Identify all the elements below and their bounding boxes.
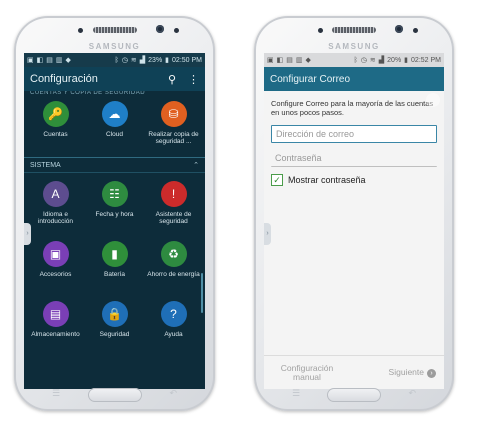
more-vertical-icon[interactable]: ⋮ — [188, 73, 199, 86]
signal-icon: ▟ — [139, 57, 146, 64]
battery-percent: 20% — [387, 56, 402, 64]
battery-icon: ▮ — [101, 241, 128, 267]
settings-item-bateria[interactable]: ▮ Batería — [85, 237, 144, 297]
settings-item-cloud[interactable]: ☁ Cloud — [85, 97, 144, 157]
back-key-icon[interactable]: ↶ — [169, 388, 177, 399]
menu-key-icon[interactable]: ☰ — [292, 388, 300, 399]
notification-icon: ◧ — [36, 57, 44, 64]
status-bar: ▣ ◧ ▤ ▥ ◆ ᛒ ◷ ≋ ▟ 20% ▮ 02:52 PM — [264, 53, 444, 67]
settings-item-idioma[interactable]: A Idioma e introducción — [26, 177, 85, 237]
bluetooth-icon: ᛒ — [353, 56, 358, 64]
notification-icon: ◆ — [305, 57, 311, 64]
clock: 02:50 PM — [172, 56, 202, 64]
settings-item-fecha[interactable]: ☷ Fecha y hora — [85, 177, 144, 237]
chevron-up-icon: ⌃ — [193, 162, 199, 169]
keyboard-icon: A — [42, 181, 69, 207]
notification-icon: ◧ — [276, 57, 284, 64]
accessory-icon: ▣ — [42, 241, 69, 267]
page-title: Configurar Correo — [270, 73, 351, 85]
settings-screen: ▣ ◧ ▤ ▥ ◆ ᛒ ◷ ≋ ▟ 23% ▮ 02:50 PM Configu… — [24, 53, 205, 389]
footer-bar: Configuración manual Siguiente › — [264, 355, 444, 389]
help-icon: ? — [160, 301, 187, 327]
settings-item-ahorro[interactable]: ♻ Ahorro de energía — [144, 237, 203, 297]
notification-icon: ▣ — [27, 57, 34, 64]
notification-icon: ▥ — [295, 57, 303, 64]
wifi-icon: ≋ — [369, 57, 376, 64]
battery-percent: 23% — [148, 56, 163, 64]
notification-icon: ◆ — [65, 57, 71, 64]
email-field[interactable]: Dirección de correo — [271, 125, 437, 143]
key-icon: 🔑 — [42, 101, 69, 127]
notification-icon: ▤ — [46, 57, 53, 64]
brand-logo: SAMSUNG — [328, 42, 380, 51]
check-icon: ✓ — [271, 174, 283, 186]
clock: 02:52 PM — [411, 56, 441, 64]
alarm-icon: ◷ — [360, 57, 367, 64]
battery-icon: ▮ — [404, 57, 409, 64]
settings-item-asistente[interactable]: ! Asistente de seguridad — [144, 177, 203, 237]
settings-item-cuentas[interactable]: 🔑 Cuentas — [26, 97, 85, 157]
search-icon[interactable]: ⚲ — [168, 73, 176, 86]
status-bar: ▣ ◧ ▤ ▥ ◆ ᛒ ◷ ≋ ▟ 23% ▮ 02:50 PM — [24, 53, 205, 67]
setup-description: Configure Correo para la mayoría de las … — [271, 99, 434, 117]
back-key-icon[interactable]: ↶ — [408, 388, 416, 399]
manual-setup-button[interactable]: Configuración manual — [272, 363, 342, 382]
settings-item-accesorios[interactable]: ▣ Accesorios — [26, 237, 85, 297]
next-button[interactable]: Siguiente › — [389, 367, 436, 378]
show-password-checkbox[interactable]: ✓ Mostrar contraseña — [271, 174, 437, 186]
chevron-right-icon: › — [427, 368, 436, 378]
settings-item-ayuda[interactable]: ? Ayuda — [144, 297, 203, 357]
front-camera-icon — [156, 25, 164, 33]
alert-icon: ! — [160, 181, 187, 207]
notification-icon: ▣ — [267, 57, 274, 64]
light-sensor — [174, 28, 179, 33]
signal-icon: ▟ — [378, 57, 385, 64]
floating-overlay-dot — [426, 93, 440, 107]
notification-icon: ▤ — [286, 57, 293, 64]
lock-icon: 🔒 — [101, 301, 128, 327]
alarm-icon: ◷ — [121, 57, 128, 64]
scrollbar[interactable] — [201, 273, 203, 313]
settings-item-backup[interactable]: ⛁ Realizar copia de seguridad ... — [144, 97, 203, 157]
home-button[interactable] — [87, 388, 142, 402]
bluetooth-icon: ᛒ — [114, 56, 119, 64]
app-bar: Configurar Correo — [264, 67, 444, 91]
earpiece-speaker — [92, 27, 137, 33]
app-bar: Configuración ⚲ ⋮ — [24, 67, 205, 91]
battery-icon: ▮ — [165, 57, 170, 64]
wifi-icon: ≋ — [130, 57, 137, 64]
proximity-sensor — [78, 28, 83, 33]
light-sensor — [413, 28, 418, 33]
earpiece-speaker — [332, 27, 376, 33]
front-camera-icon — [395, 25, 403, 33]
phone-left: SAMSUNG ▣ ◧ ▤ ▥ ◆ ᛒ ◷ ≋ ▟ 23% ▮ 02:50 PM… — [14, 16, 215, 411]
multi-window-tab[interactable]: › — [264, 223, 271, 245]
notification-icon: ▥ — [55, 57, 63, 64]
settings-item-almacenamiento[interactable]: ▤ Almacenamiento — [26, 297, 85, 357]
leaf-battery-icon: ♻ — [160, 241, 187, 267]
page-title: Configuración — [30, 73, 98, 85]
settings-item-seguridad[interactable]: 🔒 Seguridad — [85, 297, 144, 357]
system-items-grid: A Idioma e introducción ☷ Fecha y hora !… — [24, 173, 205, 357]
menu-key-icon[interactable]: ☰ — [52, 388, 60, 399]
email-setup-screen: ▣ ◧ ▤ ▥ ◆ ᛒ ◷ ≋ ▟ 20% ▮ 02:52 PM Configu… — [264, 53, 444, 389]
top-items-grid: 🔑 Cuentas ☁ Cloud ⛁ Realizar copia de se… — [24, 97, 205, 157]
backup-icon: ⛁ — [160, 101, 187, 127]
cloud-icon: ☁ — [101, 101, 128, 127]
section-header-sistema[interactable]: SISTEMA ⌃ — [24, 157, 205, 173]
calendar-icon: ☷ — [101, 181, 128, 207]
home-button[interactable] — [327, 388, 381, 402]
password-field[interactable]: Contraseña — [271, 150, 437, 167]
brand-logo: SAMSUNG — [88, 42, 141, 51]
proximity-sensor — [318, 28, 323, 33]
multi-window-tab[interactable]: › — [24, 223, 31, 245]
form-content: Configure Correo para la mayoría de las … — [264, 91, 444, 194]
storage-icon: ▤ — [42, 301, 69, 327]
phone-right: SAMSUNG ▣ ◧ ▤ ▥ ◆ ᛒ ◷ ≋ ▟ 20% ▮ 02:52 PM… — [254, 16, 454, 411]
